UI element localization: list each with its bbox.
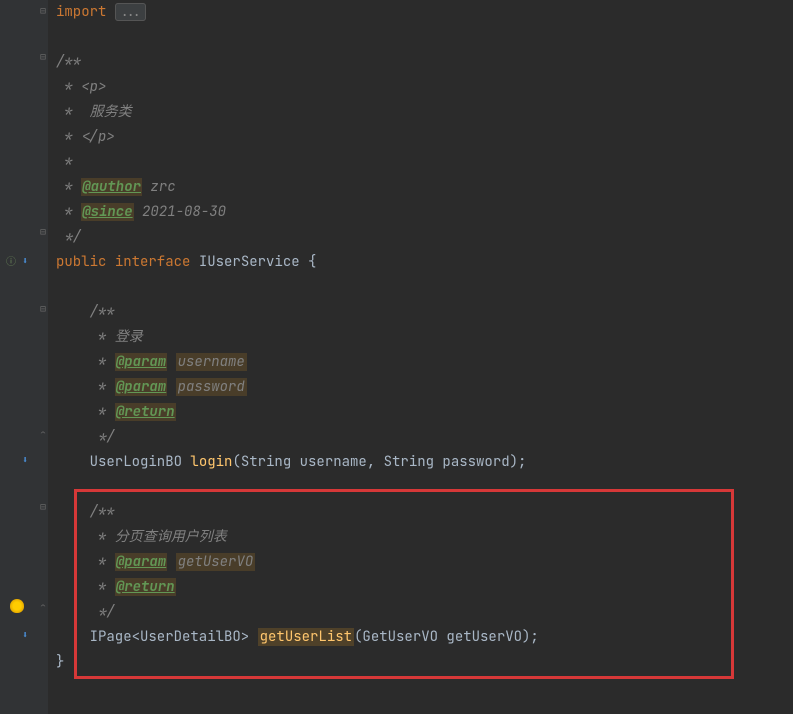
code-line[interactable]: */ bbox=[56, 425, 793, 450]
gutter: ⊟ ⊟ ⊟ ⓘ ⬇ ⊟ ⌃ ⬇ ⊟ ⌃ ⬇ bbox=[0, 0, 48, 714]
intention-bulb-icon[interactable] bbox=[10, 599, 24, 613]
code-line[interactable]: */ bbox=[56, 600, 793, 625]
code-line[interactable]: * @param getUserVO bbox=[56, 550, 793, 575]
code-line[interactable]: } bbox=[56, 650, 793, 675]
fold-toggle[interactable]: ⊟ bbox=[40, 4, 48, 12]
code-line[interactable]: * <p> bbox=[56, 75, 793, 100]
code-line[interactable]: * bbox=[56, 150, 793, 175]
fold-toggle[interactable]: ⊟ bbox=[40, 500, 48, 508]
code-line[interactable]: * @author zrc bbox=[56, 175, 793, 200]
implemented-icon[interactable]: ⬇ bbox=[18, 253, 32, 267]
folded-region[interactable]: ... bbox=[115, 3, 147, 21]
editor: ⊟ ⊟ ⊟ ⓘ ⬇ ⊟ ⌃ ⬇ ⊟ ⌃ ⬇ import ... /** * <… bbox=[0, 0, 793, 714]
code-line[interactable]: */ bbox=[56, 225, 793, 250]
code-line[interactable]: * @param username bbox=[56, 350, 793, 375]
code-line[interactable]: /** bbox=[56, 500, 793, 525]
fold-toggle[interactable]: ⌃ bbox=[40, 427, 48, 435]
fold-toggle[interactable]: ⊟ bbox=[40, 302, 48, 310]
code-line[interactable]: * @since 2021-08-30 bbox=[56, 200, 793, 225]
code-line[interactable]: /** bbox=[56, 300, 793, 325]
code-line[interactable]: UserLoginBO login(String username, Strin… bbox=[56, 450, 793, 475]
code-area[interactable]: import ... /** * <p> * 服务类 * </p> * * @a… bbox=[48, 0, 793, 714]
implemented-icon[interactable]: ⬇ bbox=[18, 627, 32, 641]
code-line[interactable]: import ... bbox=[56, 0, 793, 25]
code-line[interactable]: * </p> bbox=[56, 125, 793, 150]
implemented-icon[interactable]: ⬇ bbox=[18, 452, 32, 466]
code-line[interactable]: * @return bbox=[56, 575, 793, 600]
fold-toggle[interactable]: ⌃ bbox=[40, 600, 48, 608]
code-line[interactable]: public interface IUserService { bbox=[56, 250, 793, 275]
interface-icon[interactable]: ⓘ bbox=[4, 253, 18, 267]
code-line[interactable]: * @return bbox=[56, 400, 793, 425]
code-line[interactable]: * 服务类 bbox=[56, 100, 793, 125]
fold-toggle[interactable]: ⊟ bbox=[40, 50, 48, 58]
code-line[interactable]: * 登录 bbox=[56, 325, 793, 350]
code-line[interactable]: /** bbox=[56, 50, 793, 75]
fold-toggle[interactable]: ⊟ bbox=[40, 225, 48, 233]
code-line[interactable]: IPage<UserDetailBO> getUserList(GetUserV… bbox=[56, 625, 793, 650]
code-line[interactable]: * 分页查询用户列表 bbox=[56, 525, 793, 550]
code-line[interactable]: * @param password bbox=[56, 375, 793, 400]
